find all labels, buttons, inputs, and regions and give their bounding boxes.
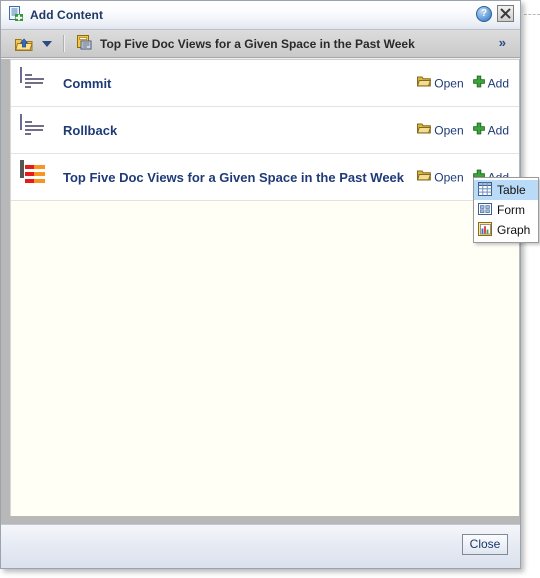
list-item-actions: Open Add: [417, 122, 509, 138]
menu-item-label: Graph: [497, 223, 531, 237]
green-plus-icon: [472, 122, 485, 138]
open-folder-icon: [417, 76, 432, 91]
menu-item-graph[interactable]: Graph: [474, 220, 538, 240]
close-button[interactable]: Close: [462, 534, 508, 555]
breadcrumb-toolbar: Top Five Doc Views for a Given Space in …: [1, 30, 520, 58]
green-plus-icon: [472, 75, 485, 91]
page-edge-divider: [524, 14, 540, 15]
toolbar-separator: [63, 35, 65, 52]
add-action[interactable]: Add: [472, 75, 509, 91]
breadcrumb-label: Top Five Doc Views for a Given Space in …: [100, 36, 415, 51]
content-area: Commit Open Add Rollback Open Add Top Fi…: [1, 59, 520, 524]
open-action[interactable]: Open: [417, 123, 464, 138]
open-label: Open: [434, 76, 464, 90]
list-item-title[interactable]: Top Five Doc Views for a Given Space in …: [63, 170, 404, 185]
open-folder-icon: [417, 170, 432, 185]
open-action[interactable]: Open: [417, 170, 464, 185]
close-icon[interactable]: [497, 5, 514, 22]
form-icon: [478, 202, 492, 219]
add-content-icon: [8, 5, 24, 25]
folder-up-icon[interactable]: [15, 36, 33, 52]
doc-list-icon: [20, 67, 54, 98]
list-item[interactable]: Top Five Doc Views for a Given Space in …: [11, 154, 519, 201]
doc-list-icon: [20, 114, 54, 145]
open-label: Open: [434, 123, 464, 137]
menu-item-label: Table: [497, 183, 526, 197]
list-item-actions: Open Add: [417, 75, 509, 91]
page-background: [521, 0, 540, 578]
titlebar-right-group: ?: [476, 5, 514, 22]
menu-item-table[interactable]: Table: [474, 180, 538, 200]
open-action[interactable]: Open: [417, 76, 464, 91]
breadcrumb[interactable]: Top Five Doc Views for a Given Space in …: [77, 34, 415, 53]
chevron-down-icon[interactable]: [42, 40, 52, 47]
menu-item-form[interactable]: Form: [474, 200, 538, 220]
dialog-footer: Close: [1, 524, 520, 568]
add-action[interactable]: Add: [472, 122, 509, 138]
list-item-title[interactable]: Rollback: [63, 123, 117, 138]
content-list: Commit Open Add Rollback Open Add Top Fi…: [10, 59, 519, 516]
double-chevron-right-icon[interactable]: »: [499, 35, 506, 51]
catalog-item-icon: [77, 34, 93, 53]
add-type-menu: Table Form Graph: [473, 177, 539, 243]
open-folder-icon: [417, 123, 432, 138]
open-label: Open: [434, 170, 464, 184]
graph-icon: [478, 221, 492, 239]
add-content-dialog: Add Content ? Top Five Doc Views for a G…: [0, 0, 539, 569]
dialog-titlebar: Add Content ?: [1, 1, 520, 30]
table-icon: [478, 181, 492, 199]
add-label: Add: [487, 76, 509, 90]
menu-item-label: Form: [497, 203, 525, 217]
add-label: Add: [487, 123, 509, 137]
list-item[interactable]: Commit Open Add: [11, 60, 519, 107]
bar-chart-icon: [20, 160, 54, 192]
help-icon[interactable]: ?: [476, 5, 492, 22]
titlebar-left-group: Add Content: [8, 1, 103, 29]
dialog-title: Add Content: [30, 8, 104, 22]
list-item-title[interactable]: Commit: [63, 76, 111, 91]
list-item[interactable]: Rollback Open Add: [11, 107, 519, 154]
